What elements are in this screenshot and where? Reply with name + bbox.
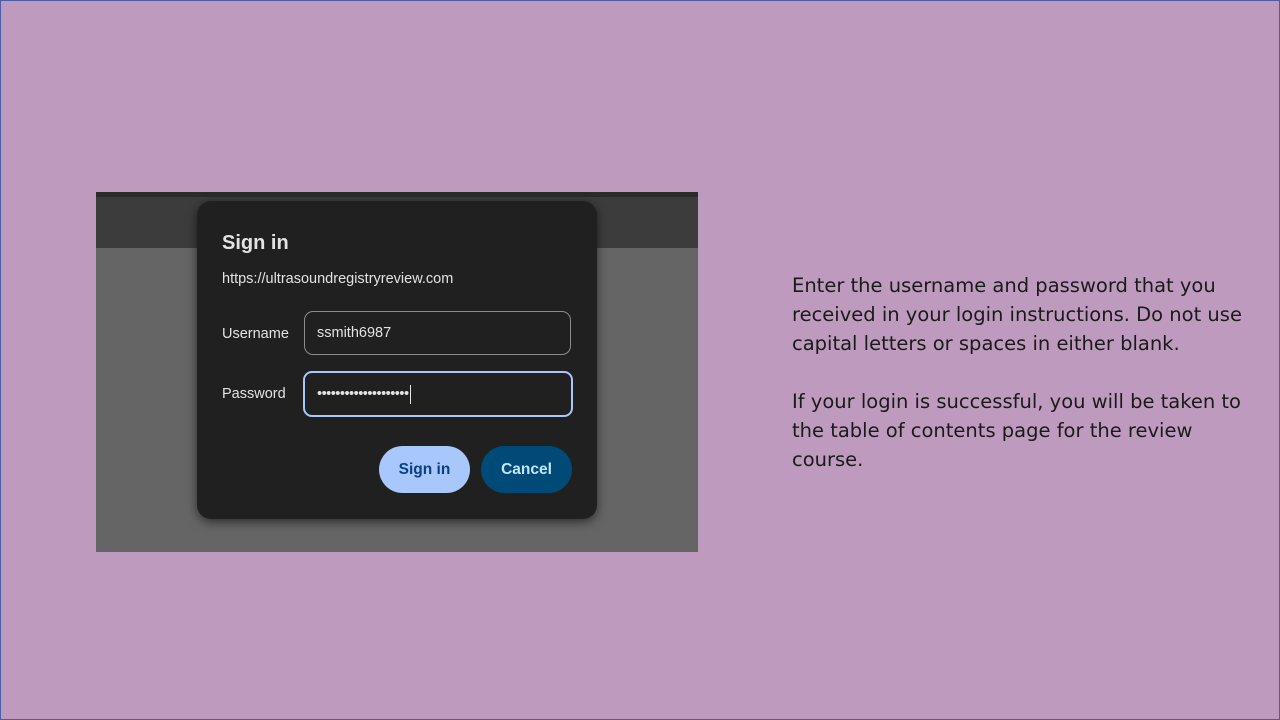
text-caret (409, 384, 412, 404)
cancel-button[interactable]: Cancel (481, 446, 572, 493)
instruction-line: If your login is successful, you will be… (792, 390, 1241, 413)
password-label: Password (222, 386, 286, 402)
username-value: ssmith6987 (317, 325, 392, 341)
password-masked-value: •••••••••••••••••••• (317, 386, 409, 402)
instruction-line: the table of contents page for the revie… (792, 419, 1193, 442)
instructions-text: Enter the username and password that you… (792, 271, 1262, 474)
username-input[interactable]: ssmith6987 (304, 311, 571, 355)
instruction-line: course. (792, 448, 864, 471)
sign-in-button[interactable]: Sign in (379, 446, 470, 493)
instruction-line: Enter the username and password that you (792, 274, 1216, 297)
dialog-origin-url: https://ultrasoundregistryreview.com (222, 271, 454, 287)
instruction-line: capital letters or spaces in either blan… (792, 332, 1180, 355)
slide: Sign in https://ultrasoundregistryreview… (0, 0, 1280, 720)
password-input[interactable]: •••••••••••••••••••• (303, 371, 573, 417)
instruction-line: received in your login instructions. Do … (792, 303, 1242, 326)
dialog-title: Sign in (222, 232, 289, 254)
username-label: Username (222, 326, 289, 342)
sign-in-dialog: Sign in https://ultrasoundregistryreview… (197, 201, 597, 519)
